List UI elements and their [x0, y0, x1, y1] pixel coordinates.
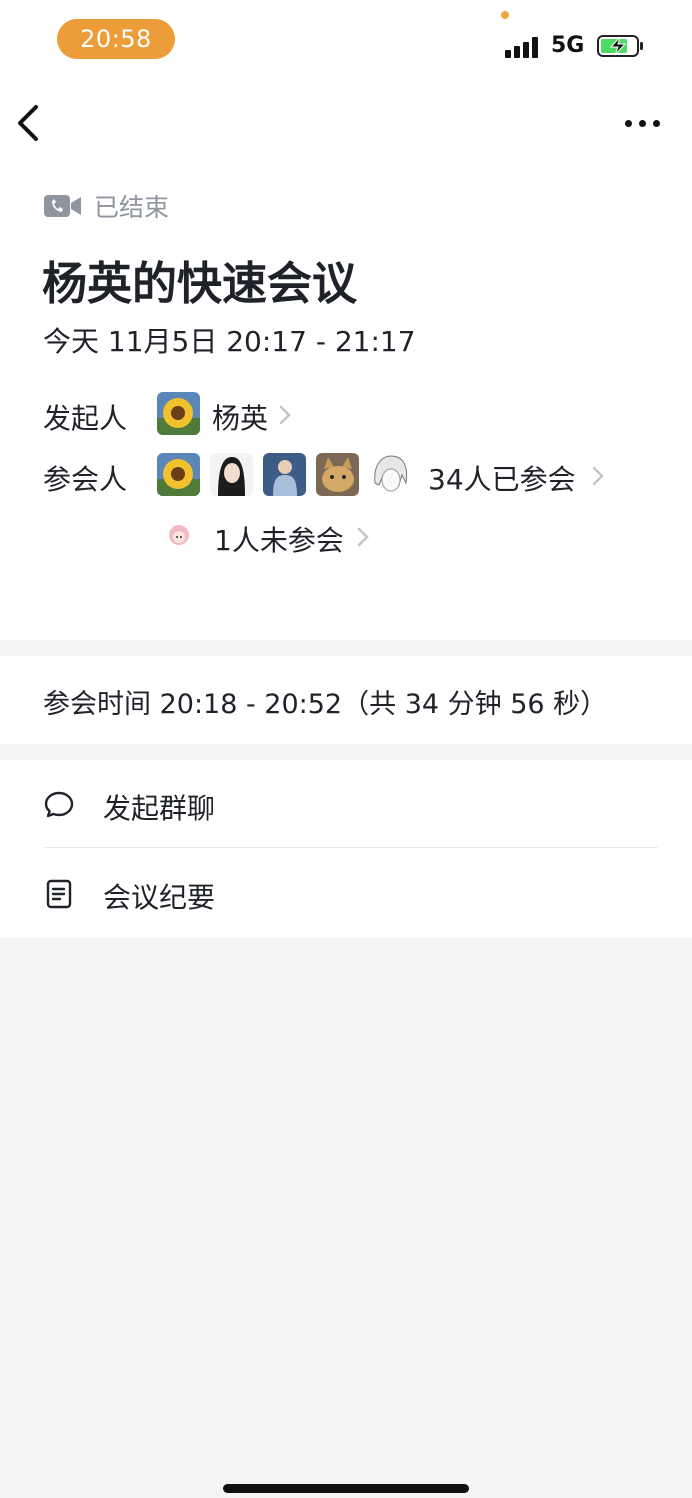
- back-button[interactable]: [8, 100, 48, 146]
- start-group-chat-button[interactable]: 发起群聊: [0, 760, 692, 848]
- network-type: 5G: [551, 33, 585, 58]
- battery-charging-icon: [597, 34, 645, 58]
- joined-count[interactable]: 34人已参会: [428, 458, 576, 498]
- status-label: 已结束: [94, 193, 170, 222]
- chat-bubble-icon: [44, 791, 74, 818]
- status-time: 20:58: [57, 19, 175, 59]
- avatar[interactable]: [157, 392, 200, 435]
- participants-label: 参会人: [43, 463, 128, 496]
- chevron-left-icon: [18, 105, 38, 141]
- meeting-status: 已结束: [44, 190, 169, 222]
- document-icon: [46, 879, 72, 909]
- avatar[interactable]: [369, 453, 412, 496]
- signal-icon: [505, 36, 541, 58]
- initiator-name[interactable]: 杨英: [212, 397, 268, 437]
- more-options-button[interactable]: [620, 106, 664, 140]
- avatar[interactable]: [157, 453, 200, 496]
- menu-divider: [44, 847, 658, 848]
- avatar[interactable]: [263, 453, 306, 496]
- chevron-right-icon: [279, 405, 291, 425]
- avatar[interactable]: [164, 520, 194, 550]
- section-divider: [0, 744, 692, 760]
- avatar[interactable]: [210, 453, 253, 496]
- chevron-right-icon: [357, 527, 369, 547]
- initiator-label: 发起人: [43, 402, 128, 435]
- home-indicator[interactable]: [223, 1484, 469, 1493]
- meeting-title: 杨英的快速会议: [42, 257, 358, 310]
- section-divider: [0, 640, 692, 656]
- meeting-minutes-button[interactable]: 会议纪要: [0, 849, 692, 937]
- meeting-date-time: 今天 11月5日 20:17 - 21:17: [43, 325, 416, 358]
- privacy-indicator-dot: [501, 11, 509, 19]
- action-label: 发起群聊: [103, 792, 216, 825]
- chevron-right-icon: [592, 466, 604, 486]
- video-camera-icon: [44, 195, 81, 217]
- avatar[interactable]: [316, 453, 359, 496]
- not-joined-count[interactable]: 1人未参会: [214, 519, 344, 559]
- attendance-time: 参会时间 20:18 - 20:52（共 34 分钟 56 秒）: [43, 689, 608, 720]
- action-label: 会议纪要: [103, 881, 216, 914]
